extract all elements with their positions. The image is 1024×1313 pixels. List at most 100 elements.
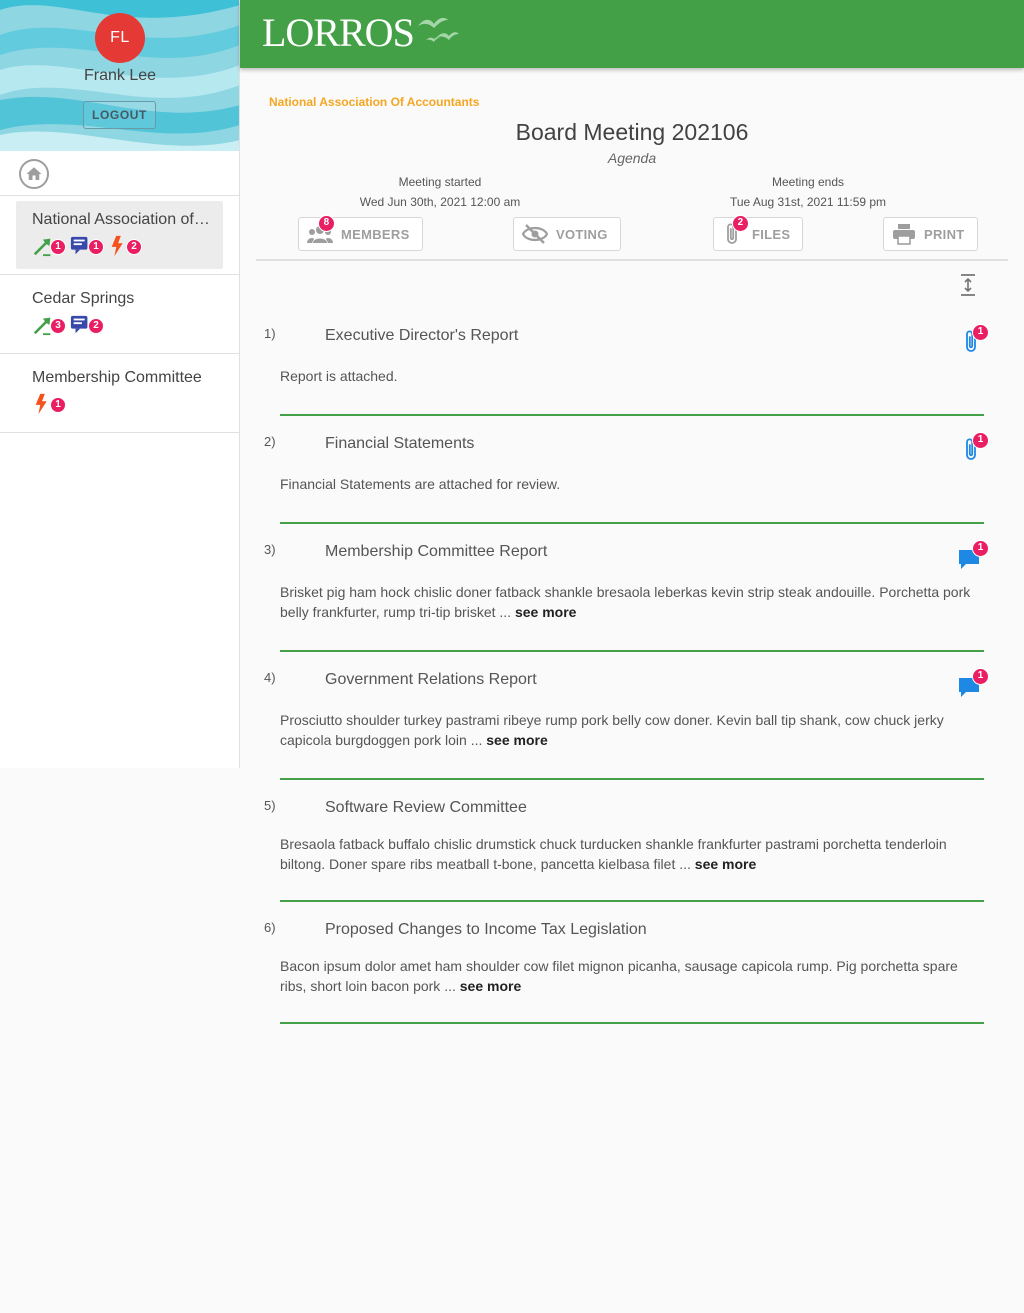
agenda-item-text: Brisket pig ham hock chislic doner fatba… <box>280 584 971 620</box>
members-count-badge: 8 <box>318 215 335 232</box>
see-more-link[interactable]: see more <box>695 856 756 872</box>
agenda-item-number: 4) <box>264 670 276 685</box>
motion-notification: 3 <box>32 314 66 336</box>
see-more-link[interactable]: see more <box>486 732 547 748</box>
page-title: Board Meeting 202106 <box>515 119 749 145</box>
agenda-item-title[interactable]: Executive Director's Report <box>325 327 518 345</box>
logout-button[interactable]: LOGOUT <box>83 101 156 129</box>
agenda-item-description: Brisket pig ham hock chislic doner fatba… <box>280 582 988 622</box>
agenda-item-divider <box>280 900 984 902</box>
toolbar-divider <box>256 259 1008 261</box>
notification-badge: 1 <box>88 239 104 255</box>
discussion-notification: 1 <box>70 235 104 257</box>
user-profile-panel: FL Frank Lee LOGOUT <box>0 0 239 151</box>
urgent-notification: 1 <box>32 393 66 415</box>
agenda-item-text: Financial Statements are attached for re… <box>280 476 561 492</box>
motion-notification: 1 <box>32 235 66 257</box>
comment-count-badge: 1 <box>972 540 989 557</box>
attachment-indicator[interactable]: 1 <box>956 324 989 354</box>
agenda-item-description: Prosciutto shoulder turkey pastrami ribe… <box>280 710 988 750</box>
organization-link[interactable]: National Association Of Accountants <box>269 95 479 109</box>
attachment-count-badge: 1 <box>972 324 989 341</box>
sidebar-item-national-association[interactable]: National Association of Accountants 1 1 … <box>0 196 239 275</box>
attachment-count-badge: 1 <box>972 432 989 449</box>
notification-badge: 2 <box>126 239 142 255</box>
sidebar-item-notifications: 1 <box>32 393 66 415</box>
meeting-end-info: Meeting ends Tue Aug 31st, 2021 11:59 pm <box>688 172 928 212</box>
meeting-ends-label: Meeting ends <box>771 175 845 189</box>
print-button-label: PRINT <box>924 226 965 242</box>
comment-indicator[interactable]: 1 <box>956 668 989 698</box>
lorros-logo[interactable]: LORROS <box>262 6 460 56</box>
expand-all-icon[interactable] <box>956 273 980 297</box>
voting-button-label: VOTING <box>556 226 608 242</box>
agenda-item-number: 3) <box>264 542 276 557</box>
see-more-link[interactable]: see more <box>515 604 576 620</box>
avatar: FL <box>95 13 145 63</box>
agenda-item-number: 5) <box>264 798 276 813</box>
sidebar-item-cedar-springs[interactable]: Cedar Springs 3 2 <box>0 275 239 354</box>
meeting-started-value: Wed Jun 30th, 2021 12:00 am <box>359 195 521 209</box>
notification-badge: 1 <box>50 397 66 413</box>
sidebar: FL Frank Lee LOGOUT National Association… <box>0 0 240 768</box>
logo-text: LORROS <box>262 10 415 55</box>
comment-count-badge: 1 <box>972 668 989 685</box>
files-count-badge: 2 <box>732 215 749 232</box>
members-button[interactable]: 8 MEMBERS <box>298 215 423 251</box>
printer-icon <box>893 224 915 245</box>
agenda-list: 1) Executive Director's Report 1 Report … <box>256 316 1008 1032</box>
agenda-item-description: Bresaola fatback buffalo chislic drumsti… <box>280 834 988 874</box>
agenda-item-number: 1) <box>264 326 276 341</box>
meeting-toolbar: 8 MEMBERS VOTING 2 FILES PRINT <box>256 215 1008 251</box>
user-name: Frank Lee <box>83 67 157 84</box>
files-button-label: FILES <box>752 226 791 242</box>
agenda-item: 5) Software Review Committee Bresaola fa… <box>256 788 1008 910</box>
comment-indicator[interactable]: 1 <box>956 540 989 570</box>
agenda-item-divider <box>280 778 984 780</box>
page-subtitle: Agenda <box>607 150 657 166</box>
agenda-item: 6) Proposed Changes to Income Tax Legisl… <box>256 910 1008 1032</box>
agenda-item-divider <box>280 1022 984 1024</box>
agenda-item-divider <box>280 522 984 524</box>
sidebar-item-notifications: 3 2 <box>32 314 104 336</box>
meeting-start-info: Meeting started Wed Jun 30th, 2021 12:00… <box>320 172 560 212</box>
agenda-item: 4) Government Relations Report 1 Prosciu… <box>256 660 1008 788</box>
members-button-label: MEMBERS <box>341 226 410 242</box>
agenda-item-title[interactable]: Proposed Changes to Income Tax Legislati… <box>325 921 647 939</box>
agenda-item-description: Financial Statements are attached for re… <box>280 474 988 494</box>
attachment-indicator[interactable]: 1 <box>956 432 989 462</box>
notification-badge: 2 <box>88 318 104 334</box>
sidebar-item-label: Cedar Springs <box>32 290 135 307</box>
home-icon[interactable] <box>19 159 49 189</box>
agenda-item-description: Report is attached. <box>280 366 988 386</box>
agenda-item-text: Prosciutto shoulder turkey pastrami ribe… <box>280 712 944 748</box>
agenda-item-text: Bacon ipsum dolor amet ham shoulder cow … <box>280 958 958 994</box>
sidebar-item-notifications: 1 1 2 <box>32 235 142 257</box>
see-more-link[interactable]: see more <box>460 978 521 994</box>
notification-badge: 3 <box>50 318 66 334</box>
agenda-item-text: Report is attached. <box>280 368 398 384</box>
agenda-item-title[interactable]: Financial Statements <box>325 435 474 453</box>
files-button[interactable]: 2 FILES <box>713 215 804 251</box>
agenda-item-title[interactable]: Software Review Committee <box>325 799 527 817</box>
discussion-notification: 2 <box>70 314 104 336</box>
meeting-started-label: Meeting started <box>398 175 482 189</box>
agenda-item-number: 6) <box>264 920 276 935</box>
sidebar-item-membership-committee[interactable]: Membership Committee 1 <box>0 354 239 433</box>
agenda-item: 1) Executive Director's Report 1 Report … <box>256 316 1008 424</box>
agenda-item-title[interactable]: Membership Committee Report <box>325 543 547 561</box>
agenda-item: 2) Financial Statements 1 Financial Stat… <box>256 424 1008 532</box>
agenda-item-title[interactable]: Government Relations Report <box>325 671 537 689</box>
home-row <box>0 151 239 196</box>
birds-logo-icon <box>417 17 459 42</box>
print-button[interactable]: PRINT <box>883 217 978 251</box>
sidebar-item-label: National Association of Accountants <box>32 211 212 228</box>
urgent-notification: 2 <box>108 235 142 257</box>
sidebar-item-label: Membership Committee <box>32 369 202 386</box>
meeting-ends-value: Tue Aug 31st, 2021 11:59 pm <box>729 195 887 209</box>
notification-badge: 1 <box>50 239 66 255</box>
voting-button[interactable]: VOTING <box>513 217 621 251</box>
agenda-item-description: Bacon ipsum dolor amet ham shoulder cow … <box>280 956 988 996</box>
visibility-off-icon <box>522 224 548 244</box>
top-app-bar: LORROS <box>240 0 1024 68</box>
